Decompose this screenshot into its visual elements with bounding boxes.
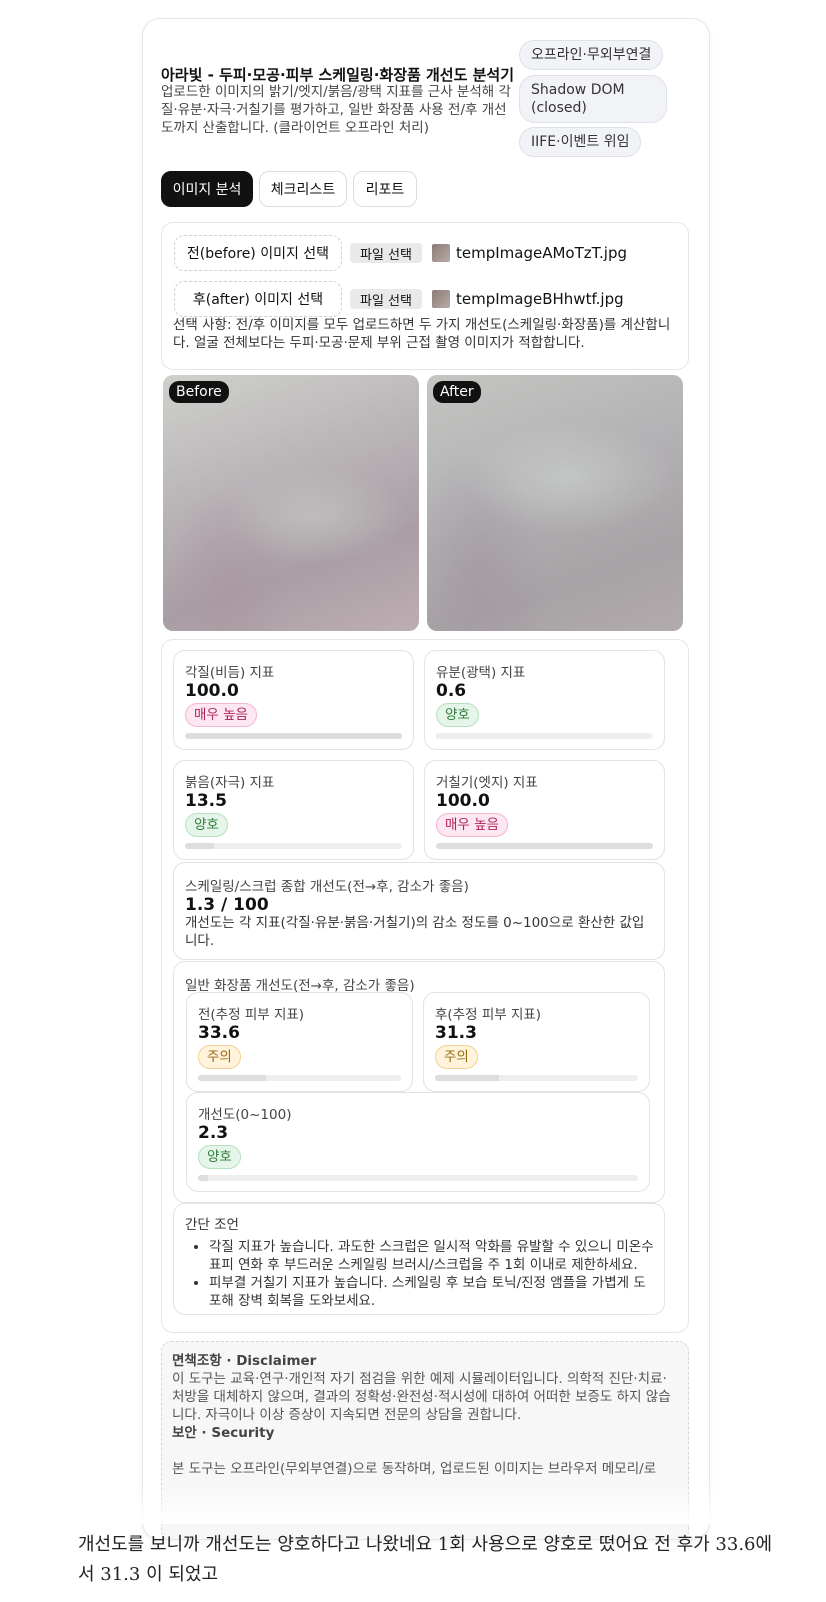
cosmetic-improvement-card: 일반 화장품 개선도(전→후, 감소가 좋음) 전(추정 피부 지표) 33.6… bbox=[173, 961, 665, 1203]
metric-value: 33.6 bbox=[198, 1023, 240, 1043]
after-file-name: tempImageBHhwtf.jpg bbox=[456, 290, 624, 308]
screenshot-caption: 개선도를 보니까 개선도는 양호하다고 나왔네요 1회 사용으로 양호로 떴어요… bbox=[78, 1534, 773, 1585]
metric-value: 100.0 bbox=[185, 681, 239, 701]
before-thumbnail bbox=[432, 244, 450, 262]
metric-oil: 유분(광택) 지표 0.6 양호 bbox=[424, 650, 665, 750]
before-file-name: tempImageAMoTzT.jpg bbox=[456, 244, 627, 262]
upload-note: 선택 사항: 전/후 이미지를 모두 업로드하면 두 가지 개선도(스케일링·화… bbox=[173, 317, 671, 351]
metric-bar bbox=[436, 733, 653, 739]
badge-shadow-dom: Shadow DOM (closed) bbox=[519, 75, 667, 123]
metric-bar bbox=[185, 733, 402, 739]
tab-image-analysis[interactable]: 이미지 분석 bbox=[161, 171, 253, 207]
metric-label: 개선도(0~100) bbox=[198, 1107, 292, 1123]
cosmetic-label: 일반 화장품 개선도(전→후, 감소가 좋음) bbox=[185, 978, 415, 994]
after-file-button[interactable]: 파일 선택 bbox=[350, 289, 422, 309]
status-badge: 매우 높음 bbox=[436, 813, 508, 837]
metric-roughness: 거칠기(엣지) 지표 100.0 매우 높음 bbox=[424, 760, 665, 860]
metric-bar bbox=[198, 1075, 401, 1081]
status-badge: 주의 bbox=[435, 1045, 478, 1069]
after-tag: After bbox=[433, 381, 481, 403]
security-body: 본 도구는 오프라인(무외부연결)으로 동작하며, 업로드된 이미지는 브라우저… bbox=[172, 1461, 657, 1477]
advice-item: 각질 지표가 높습니다. 과도한 스크럽은 일시적 악화를 유발할 수 있으니 … bbox=[209, 1238, 655, 1274]
metric-value: 100.0 bbox=[436, 791, 490, 811]
advice-card: 간단 조언 각질 지표가 높습니다. 과도한 스크럽은 일시적 악화를 유발할 … bbox=[173, 1203, 665, 1315]
metric-label: 전(추정 피부 지표) bbox=[198, 1007, 305, 1023]
before-image-preview: Before bbox=[163, 375, 419, 631]
app-title: 아라빛 - 두피·모공·피부 스케일링·화장품 개선도 분석기 bbox=[161, 66, 515, 84]
after-image-preview: After bbox=[427, 375, 683, 631]
analyzer-card: 아라빛 - 두피·모공·피부 스케일링·화장품 개선도 분석기 업로드한 이미지… bbox=[142, 18, 710, 1540]
metric-value: 2.3 bbox=[198, 1123, 229, 1143]
advice-item: 피부결 거칠기 지표가 높습니다. 스케일링 후 보습 토닉/진정 앰플을 가볍… bbox=[209, 1274, 655, 1310]
scaling-label: 스케일링/스크럽 종합 개선도(전→후, 감소가 좋음) bbox=[185, 879, 469, 895]
metric-label: 각질(비듬) 지표 bbox=[185, 665, 275, 681]
tab-checklist[interactable]: 체크리스트 bbox=[259, 171, 347, 207]
status-badge: 주의 bbox=[198, 1045, 241, 1069]
advice-block: 간단 조언 각질 지표가 높습니다. 과도한 스크럽은 일시적 악화를 유발할 … bbox=[185, 1216, 655, 1310]
badge-offline: 오프라인·무외부연결 bbox=[519, 40, 664, 70]
metric-keratin: 각질(비듬) 지표 100.0 매우 높음 bbox=[173, 650, 414, 750]
metric-label: 거칠기(엣지) 지표 bbox=[436, 775, 538, 791]
scaling-value: 1.3 / 100 bbox=[185, 895, 269, 915]
before-file-button[interactable]: 파일 선택 bbox=[350, 243, 422, 263]
tab-report[interactable]: 리포트 bbox=[353, 171, 417, 207]
disclaimer-body: 이 도구는 교육·연구·개인적 자기 점검을 위한 예제 시뮬레이터입니다. 의… bbox=[172, 1371, 671, 1423]
status-badge: 양호 bbox=[185, 813, 228, 837]
cosmetic-after-card: 후(추정 피부 지표) 31.3 주의 bbox=[423, 992, 650, 1092]
badge-iife: IIFE·이벤트 위임 bbox=[519, 127, 642, 157]
disclaimer-title: 면책조항 · Disclaimer bbox=[172, 1353, 317, 1369]
security-title: 보안 · Security bbox=[172, 1425, 275, 1441]
metric-bar bbox=[436, 843, 653, 849]
bottom-fade bbox=[0, 1484, 826, 1524]
app-description: 업로드한 이미지의 밝기/엣지/붉음/광택 지표를 근사 분석해 각질·유분·자… bbox=[161, 84, 511, 136]
advice-title: 간단 조언 bbox=[185, 1217, 239, 1233]
cosmetic-improvement-score: 개선도(0~100) 2.3 양호 bbox=[186, 1092, 650, 1192]
scaling-improvement-card: 스케일링/스크럽 종합 개선도(전→후, 감소가 좋음) 1.3 / 100 개… bbox=[173, 862, 665, 960]
before-tag: Before bbox=[169, 381, 229, 403]
cosmetic-before-card: 전(추정 피부 지표) 33.6 주의 bbox=[186, 992, 413, 1092]
metric-value: 13.5 bbox=[185, 791, 227, 811]
status-badge: 양호 bbox=[436, 703, 479, 727]
after-thumbnail bbox=[432, 290, 450, 308]
scaling-note: 개선도는 각 지표(각질·유분·붉음·거칠기)의 감소 정도를 0~100으로 … bbox=[185, 915, 645, 949]
metric-label: 붉음(자극) 지표 bbox=[185, 775, 275, 791]
after-file-label[interactable]: 후(after) 이미지 선택 bbox=[174, 281, 342, 317]
metric-value: 0.6 bbox=[436, 681, 467, 701]
metric-label: 유분(광택) 지표 bbox=[436, 665, 526, 681]
metric-bar bbox=[198, 1175, 638, 1181]
status-badge: 매우 높음 bbox=[185, 703, 257, 727]
advice-list: 각질 지표가 높습니다. 과도한 스크럽은 일시적 악화를 유발할 수 있으니 … bbox=[185, 1238, 655, 1310]
status-badge: 양호 bbox=[198, 1145, 241, 1169]
metric-value: 31.3 bbox=[435, 1023, 477, 1043]
metric-label: 후(추정 피부 지표) bbox=[435, 1007, 542, 1023]
metric-bar bbox=[185, 843, 402, 849]
metric-redness: 붉음(자극) 지표 13.5 양호 bbox=[173, 760, 414, 860]
before-file-label[interactable]: 전(before) 이미지 선택 bbox=[174, 235, 342, 271]
metric-bar bbox=[435, 1075, 638, 1081]
